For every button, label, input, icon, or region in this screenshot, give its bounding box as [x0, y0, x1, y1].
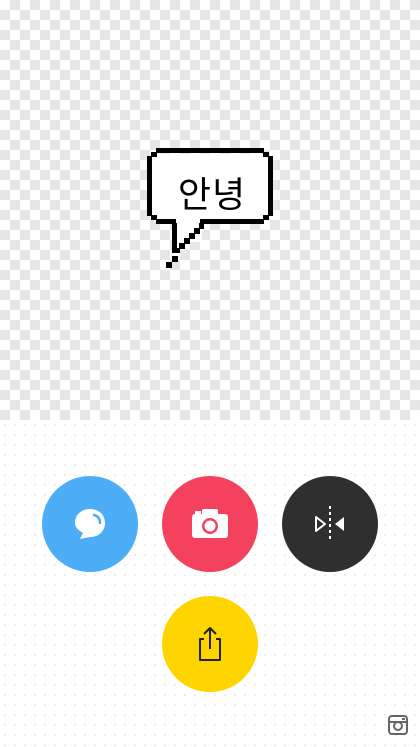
camera-button[interactable]: [162, 476, 258, 572]
share-button[interactable]: [162, 596, 258, 692]
instagram-icon[interactable]: [388, 715, 408, 735]
speech-bubble-button[interactable]: [42, 476, 138, 572]
flip-horizontal-icon: [315, 506, 344, 539]
flip-button[interactable]: [282, 476, 378, 572]
canvas-area[interactable]: 안녕: [0, 0, 420, 420]
speech-bubble-icon: [75, 509, 105, 539]
share-icon: [199, 627, 221, 661]
camera-icon: [192, 509, 228, 538]
action-panel: [0, 420, 420, 747]
pixel-speech-bubble[interactable]: 안녕: [144, 146, 276, 276]
bubble-text[interactable]: 안녕: [158, 160, 266, 224]
